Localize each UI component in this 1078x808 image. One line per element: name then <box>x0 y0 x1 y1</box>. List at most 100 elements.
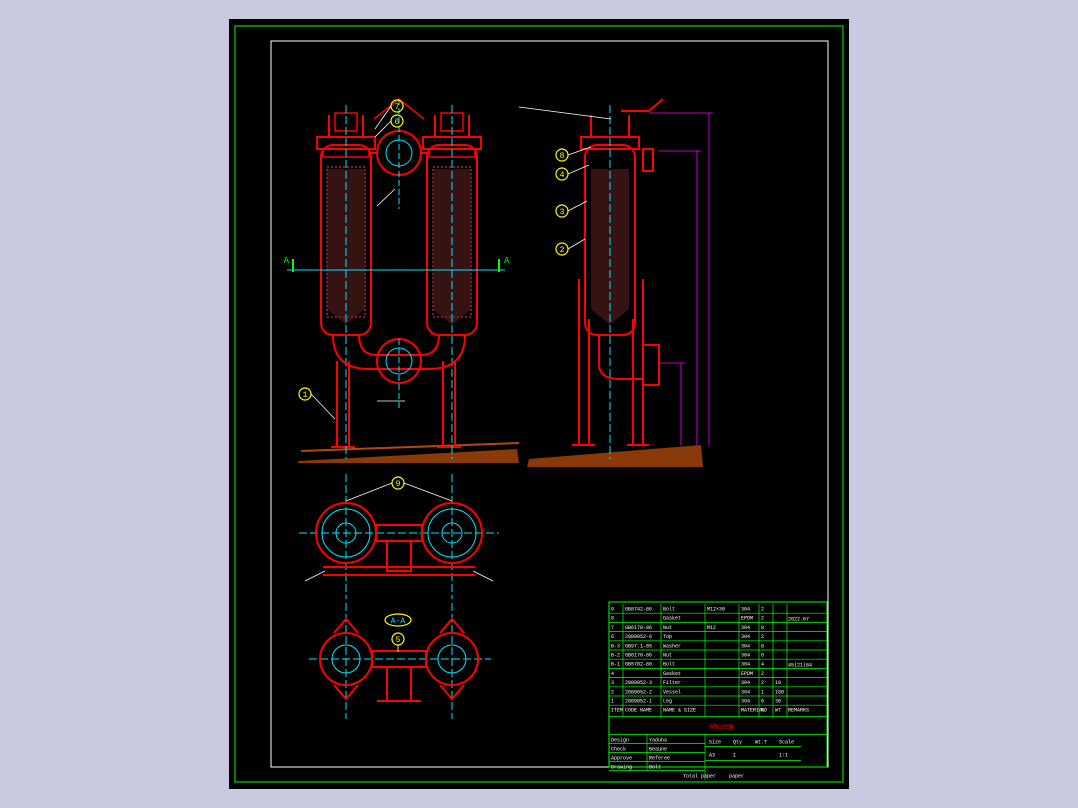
svg-text:8: 8 <box>560 152 565 161</box>
svg-text:5: 5 <box>396 636 401 645</box>
side-view: 8 4 3 2 <box>518 98 713 467</box>
section-view: A-A 5 <box>309 603 491 719</box>
revision-note: 45|21|84 <box>788 662 812 668</box>
bom-item-no: B-1 <box>611 662 620 668</box>
sign-value: Referee <box>649 755 670 761</box>
bom-material: 304 <box>741 653 750 659</box>
bom-item-no: 4 <box>611 671 614 677</box>
bom-qty: 2 <box>761 634 764 640</box>
bom-spec: M12×30 <box>707 607 725 613</box>
footer-total-paper: Total paper <box>683 773 716 779</box>
bom-item-no: B-2 <box>611 653 620 659</box>
size-value: 1:1 <box>779 752 788 758</box>
size-header: Scale <box>779 739 794 745</box>
bom-name: Gasket <box>663 671 681 677</box>
bom-spec: M12 <box>707 625 716 631</box>
bom-item-no: 3 <box>611 680 614 686</box>
section-view-label: A-A <box>384 613 412 627</box>
bom-qty: 6 <box>761 699 764 705</box>
bom-item-no: B-3 <box>611 643 620 649</box>
bom-code: GB5782-86 <box>625 662 652 668</box>
bom-item-no: 8 <box>611 616 614 622</box>
bom-name: Gasket <box>663 616 681 622</box>
bom-code: 2089052-1 <box>625 699 652 705</box>
front-view: A A 7 6 1 <box>284 98 520 463</box>
callout-3: 3 <box>555 204 569 218</box>
callout-5: 5 <box>391 632 405 652</box>
ground-hatch-left <box>297 442 520 463</box>
bom-code: GB6170-86 <box>625 625 652 631</box>
right-vessel <box>422 105 482 459</box>
bom-item-no: 7 <box>611 625 614 631</box>
bom-material: EPDM <box>741 671 753 677</box>
svg-text:2: 2 <box>560 246 565 255</box>
sign-label: Approve <box>611 755 632 761</box>
bom-name: Nut <box>663 625 672 631</box>
bom-item-no: 1 <box>611 699 614 705</box>
bom-qty: 8 <box>761 653 764 659</box>
dimension-lines <box>649 112 713 445</box>
section-mark-left: A <box>284 256 290 266</box>
bom-extra: 10 <box>775 680 781 686</box>
bom-name: Top <box>663 634 672 640</box>
callout-4: 4 <box>555 167 569 181</box>
callout-9: 9 <box>391 476 405 490</box>
ground-hatch-right <box>527 445 703 467</box>
bom-name: Leg <box>663 699 672 705</box>
technical-drawing: A A 7 6 1 8 4 3 2 9 A-A 5 9 GB8742-86 Bo… <box>234 25 844 783</box>
size-header: Qty <box>733 739 742 745</box>
callout-7: 7 <box>390 99 404 113</box>
bom-qty: 8 <box>761 643 764 649</box>
bom-name: Filter <box>663 680 681 686</box>
bom-material: EPDM <box>741 616 753 622</box>
callout-8: 8 <box>555 148 569 162</box>
bom-qty: 1 <box>761 689 764 695</box>
svg-text:9: 9 <box>396 480 401 489</box>
bom-header-item: ITEM <box>611 708 623 714</box>
bom-header-qty: NO <box>761 708 767 714</box>
bom-name: Washer <box>663 643 681 649</box>
svg-text:1: 1 <box>303 391 308 400</box>
bom-qty: 2 <box>761 607 764 613</box>
bom-code: GB97.1-85 <box>625 643 652 649</box>
bom-header-remarks: REMARKS <box>788 708 809 714</box>
bom-code: GB8742-86 <box>625 607 652 613</box>
revision-date: 2022.07 <box>788 616 809 622</box>
bom-material: 304 <box>741 689 750 695</box>
bom-item-no: 9 <box>611 607 614 613</box>
size-value: A3 <box>709 752 715 758</box>
bom-qty: 2 <box>761 616 764 622</box>
sign-value: Beaune <box>649 746 667 752</box>
bom-qty: 2 <box>761 680 764 686</box>
svg-text:3: 3 <box>560 208 565 217</box>
callout-2: 2 <box>555 242 569 256</box>
bom-header-code: CODE NAME <box>625 708 652 714</box>
callout-1: 1 <box>298 387 312 401</box>
bom-item-no: 6 <box>611 634 614 640</box>
bom-name: Nut <box>663 653 672 659</box>
bom-code: 2089052-6 <box>625 634 652 640</box>
svg-text:A-A: A-A <box>391 617 406 626</box>
bom-name: Vessel <box>663 689 681 695</box>
drawing-title: 双联过滤器 <box>709 723 734 730</box>
bom-material: 304 <box>741 607 750 613</box>
bom-code: 2089052-3 <box>625 680 652 686</box>
bom-name: Bolt <box>663 607 675 613</box>
bom-header-wt: WT <box>775 708 781 714</box>
outlet-manifold <box>332 334 466 409</box>
bom-material: 304 <box>741 634 750 640</box>
bom-code: 2089052-2 <box>625 689 652 695</box>
footer-paper: paper <box>729 773 744 779</box>
size-header: Wt.T <box>755 739 767 745</box>
bom-qty: 2 <box>761 671 764 677</box>
bom-qty: 4 <box>761 662 764 668</box>
callout-6: 6 <box>390 114 404 128</box>
section-mark-right: A <box>504 256 510 266</box>
sign-label: Check <box>611 746 626 752</box>
bom-item-no: 2 <box>611 689 614 695</box>
sign-label: Design <box>611 737 629 743</box>
bom-name: Bolt <box>663 662 675 668</box>
bom-material: 304 <box>741 625 750 631</box>
bom-extra: 30 <box>775 699 781 705</box>
bom-extra: 180 <box>775 689 784 695</box>
